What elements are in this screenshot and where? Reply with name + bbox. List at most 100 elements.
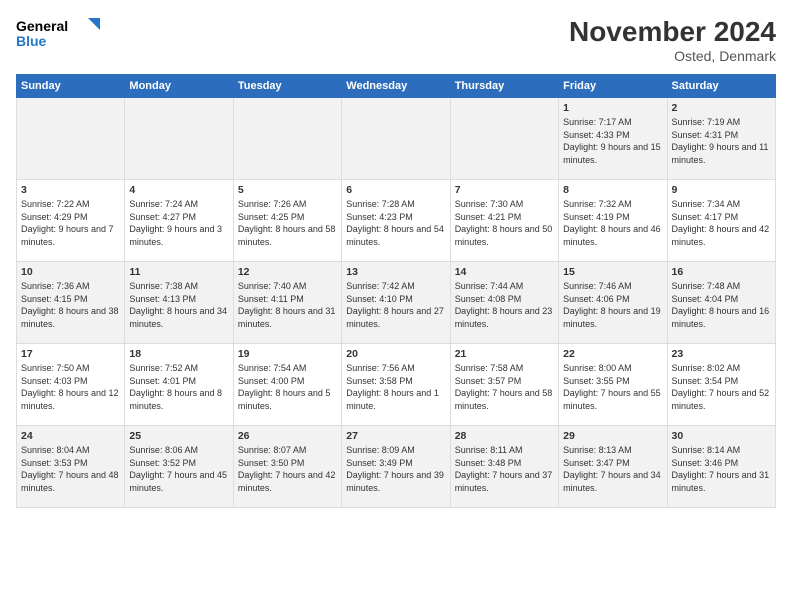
day-info: Sunrise: 8:00 AM Sunset: 3:55 PM Dayligh… xyxy=(563,362,662,412)
day-info: Sunrise: 7:17 AM Sunset: 4:33 PM Dayligh… xyxy=(563,116,662,166)
day-info: Sunrise: 8:04 AM Sunset: 3:53 PM Dayligh… xyxy=(21,444,120,494)
day-info: Sunrise: 8:06 AM Sunset: 3:52 PM Dayligh… xyxy=(129,444,228,494)
calendar-week-row: 3 Sunrise: 7:22 AM Sunset: 4:29 PM Daylig… xyxy=(17,180,776,262)
table-row: 21 Sunrise: 7:58 AM Sunset: 3:57 PM Dayli… xyxy=(450,344,558,426)
table-row: 8 Sunrise: 7:32 AM Sunset: 4:19 PM Daylig… xyxy=(559,180,667,262)
table-row: 20 Sunrise: 7:56 AM Sunset: 3:58 PM Dayli… xyxy=(342,344,450,426)
day-number: 19 xyxy=(238,348,337,360)
table-row: 2Sunrise: 7:19 AM Sunset: 4:31 PM Daylig… xyxy=(667,98,775,180)
table-row: 19 Sunrise: 7:54 AM Sunset: 4:00 PM Dayli… xyxy=(233,344,341,426)
day-info: Sunrise: 7:58 AM Sunset: 3:57 PM Dayligh… xyxy=(455,362,554,412)
day-number: 22 xyxy=(563,348,662,360)
day-number: 20 xyxy=(346,348,445,360)
day-info: Sunrise: 7:40 AM Sunset: 4:11 PM Dayligh… xyxy=(238,280,337,330)
table-row: 24 Sunrise: 8:04 AM Sunset: 3:53 PM Dayli… xyxy=(17,426,125,508)
day-number: 12 xyxy=(238,266,337,278)
calendar-header-row: Sunday Monday Tuesday Wednesday Thursday… xyxy=(17,75,776,98)
day-number: 23 xyxy=(672,348,771,360)
day-info: Sunrise: 7:48 AM Sunset: 4:04 PM Dayligh… xyxy=(672,280,771,330)
day-info: Sunrise: 7:34 AM Sunset: 4:17 PM Dayligh… xyxy=(672,198,771,248)
table-row: 18Sunrise: 7:52 AM Sunset: 4:01 PM Dayli… xyxy=(125,344,233,426)
day-number: 13 xyxy=(346,266,445,278)
table-row: 1 Sunrise: 7:17 AM Sunset: 4:33 PM Daylig… xyxy=(559,98,667,180)
day-number: 15 xyxy=(563,266,662,278)
calendar-week-row: 17 Sunrise: 7:50 AM Sunset: 4:03 PM Dayli… xyxy=(17,344,776,426)
day-info: Sunrise: 8:02 AM Sunset: 3:54 PM Dayligh… xyxy=(672,362,771,412)
table-row xyxy=(125,98,233,180)
table-row: 9Sunrise: 7:34 AM Sunset: 4:17 PM Daylig… xyxy=(667,180,775,262)
table-row xyxy=(17,98,125,180)
table-row xyxy=(450,98,558,180)
table-row: 12 Sunrise: 7:40 AM Sunset: 4:11 PM Dayli… xyxy=(233,262,341,344)
table-row: 29 Sunrise: 8:13 AM Sunset: 3:47 PM Dayli… xyxy=(559,426,667,508)
day-number: 1 xyxy=(563,102,662,114)
day-info: Sunrise: 8:07 AM Sunset: 3:50 PM Dayligh… xyxy=(238,444,337,494)
svg-text:General: General xyxy=(16,18,68,34)
header: General Blue November 2024 Osted, Denmar… xyxy=(16,16,776,64)
page-subtitle: Osted, Denmark xyxy=(569,48,776,64)
table-row: 15 Sunrise: 7:46 AM Sunset: 4:06 PM Dayli… xyxy=(559,262,667,344)
day-info: Sunrise: 7:38 AM Sunset: 4:13 PM Dayligh… xyxy=(129,280,228,330)
table-row: 11Sunrise: 7:38 AM Sunset: 4:13 PM Dayli… xyxy=(125,262,233,344)
day-info: Sunrise: 7:36 AM Sunset: 4:15 PM Dayligh… xyxy=(21,280,120,330)
day-info: Sunrise: 7:50 AM Sunset: 4:03 PM Dayligh… xyxy=(21,362,120,412)
day-number: 4 xyxy=(129,184,228,196)
day-number: 3 xyxy=(21,184,120,196)
col-friday: Friday xyxy=(559,75,667,98)
day-info: Sunrise: 7:26 AM Sunset: 4:25 PM Dayligh… xyxy=(238,198,337,248)
table-row: 4 Sunrise: 7:24 AM Sunset: 4:27 PM Daylig… xyxy=(125,180,233,262)
day-info: Sunrise: 7:22 AM Sunset: 4:29 PM Dayligh… xyxy=(21,198,120,248)
day-info: Sunrise: 8:13 AM Sunset: 3:47 PM Dayligh… xyxy=(563,444,662,494)
table-row xyxy=(342,98,450,180)
day-number: 17 xyxy=(21,348,120,360)
day-info: Sunrise: 7:32 AM Sunset: 4:19 PM Dayligh… xyxy=(563,198,662,248)
table-row: 5 Sunrise: 7:26 AM Sunset: 4:25 PM Daylig… xyxy=(233,180,341,262)
table-row: 6Sunrise: 7:28 AM Sunset: 4:23 PM Daylig… xyxy=(342,180,450,262)
day-number: 25 xyxy=(129,430,228,442)
calendar-week-row: 10 Sunrise: 7:36 AM Sunset: 4:15 PM Dayli… xyxy=(17,262,776,344)
day-info: Sunrise: 7:30 AM Sunset: 4:21 PM Dayligh… xyxy=(455,198,554,248)
table-row: 3 Sunrise: 7:22 AM Sunset: 4:29 PM Daylig… xyxy=(17,180,125,262)
col-thursday: Thursday xyxy=(450,75,558,98)
day-number: 30 xyxy=(672,430,771,442)
table-row xyxy=(233,98,341,180)
day-number: 27 xyxy=(346,430,445,442)
day-info: Sunrise: 8:14 AM Sunset: 3:46 PM Dayligh… xyxy=(672,444,771,494)
table-row: 23 Sunrise: 8:02 AM Sunset: 3:54 PM Dayli… xyxy=(667,344,775,426)
day-number: 28 xyxy=(455,430,554,442)
day-number: 5 xyxy=(238,184,337,196)
day-info: Sunrise: 8:11 AM Sunset: 3:48 PM Dayligh… xyxy=(455,444,554,494)
day-number: 18 xyxy=(129,348,228,360)
day-number: 10 xyxy=(21,266,120,278)
col-tuesday: Tuesday xyxy=(233,75,341,98)
day-info: Sunrise: 7:54 AM Sunset: 4:00 PM Dayligh… xyxy=(238,362,337,412)
day-number: 24 xyxy=(21,430,120,442)
day-number: 14 xyxy=(455,266,554,278)
logo: General Blue xyxy=(16,16,106,52)
table-row: 30 Sunrise: 8:14 AM Sunset: 3:46 PM Dayli… xyxy=(667,426,775,508)
col-sunday: Sunday xyxy=(17,75,125,98)
day-info: Sunrise: 7:24 AM Sunset: 4:27 PM Dayligh… xyxy=(129,198,228,248)
day-info: Sunrise: 8:09 AM Sunset: 3:49 PM Dayligh… xyxy=(346,444,445,494)
day-number: 8 xyxy=(563,184,662,196)
table-row: 26 Sunrise: 8:07 AM Sunset: 3:50 PM Dayli… xyxy=(233,426,341,508)
table-row: 16Sunrise: 7:48 AM Sunset: 4:04 PM Dayli… xyxy=(667,262,775,344)
table-row: 25 Sunrise: 8:06 AM Sunset: 3:52 PM Dayli… xyxy=(125,426,233,508)
day-info: Sunrise: 7:42 AM Sunset: 4:10 PM Dayligh… xyxy=(346,280,445,330)
table-row: 14 Sunrise: 7:44 AM Sunset: 4:08 PM Dayli… xyxy=(450,262,558,344)
calendar-week-row: 1 Sunrise: 7:17 AM Sunset: 4:33 PM Daylig… xyxy=(17,98,776,180)
day-info: Sunrise: 7:56 AM Sunset: 3:58 PM Dayligh… xyxy=(346,362,445,412)
col-monday: Monday xyxy=(125,75,233,98)
day-number: 29 xyxy=(563,430,662,442)
page-title: November 2024 xyxy=(569,16,776,48)
table-row: 28 Sunrise: 8:11 AM Sunset: 3:48 PM Dayli… xyxy=(450,426,558,508)
day-number: 7 xyxy=(455,184,554,196)
day-info: Sunrise: 7:46 AM Sunset: 4:06 PM Dayligh… xyxy=(563,280,662,330)
day-info: Sunrise: 7:44 AM Sunset: 4:08 PM Dayligh… xyxy=(455,280,554,330)
col-wednesday: Wednesday xyxy=(342,75,450,98)
table-row: 13 Sunrise: 7:42 AM Sunset: 4:10 PM Dayli… xyxy=(342,262,450,344)
day-number: 26 xyxy=(238,430,337,442)
day-number: 21 xyxy=(455,348,554,360)
col-saturday: Saturday xyxy=(667,75,775,98)
day-number: 6 xyxy=(346,184,445,196)
